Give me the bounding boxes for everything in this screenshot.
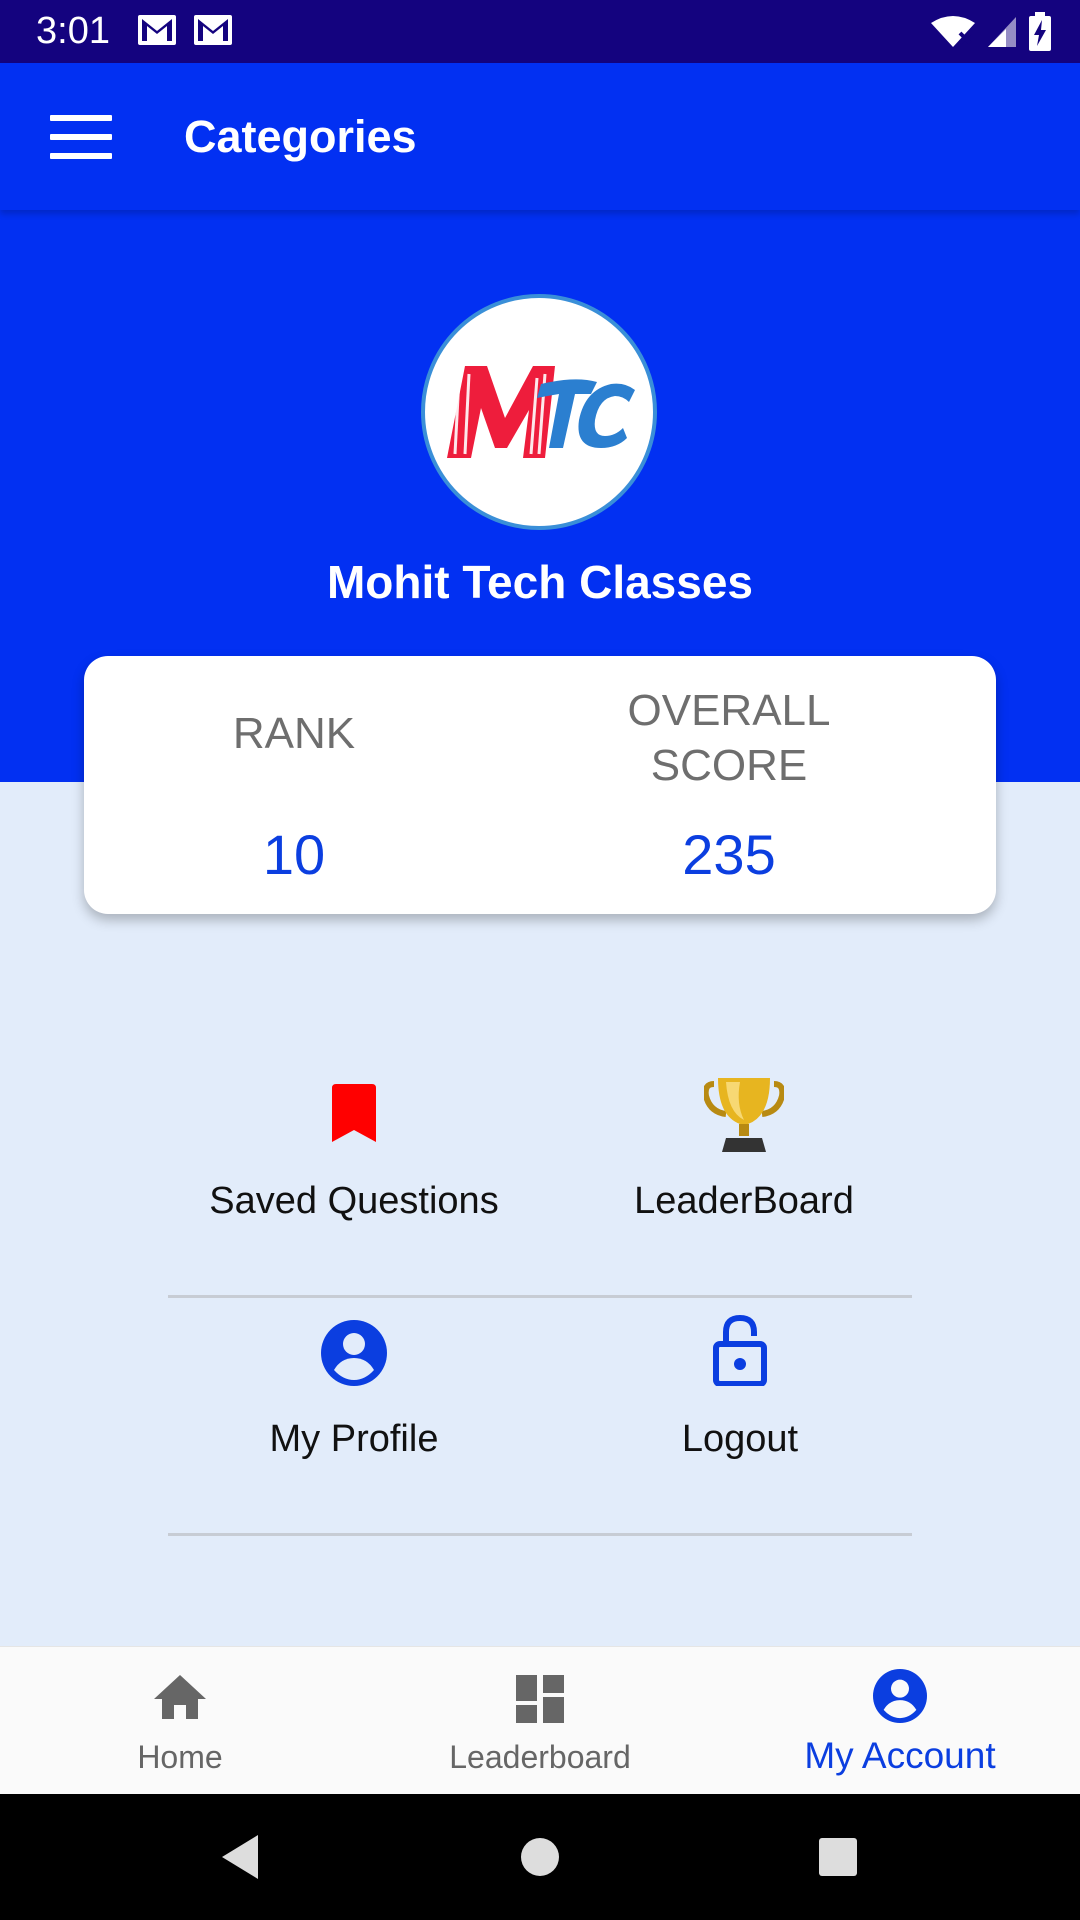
score-label-line2: SCORE [650, 741, 808, 790]
leaderboard-label: LeaderBoard [634, 1180, 854, 1222]
trophy-icon [704, 1078, 784, 1152]
dashboard-icon [516, 1675, 564, 1723]
rank-label: RANK [232, 709, 356, 758]
menu-row: Saved Questions LeaderBoard [168, 1060, 912, 1298]
system-navigation-bar [0, 1794, 1080, 1920]
org-name: Mohit Tech Classes [326, 556, 754, 608]
score-value: 235 [682, 823, 776, 886]
score-stat: OVERALL SCORE 235 [519, 656, 939, 914]
app-bar: Categories [0, 63, 1080, 210]
nav-leaderboard[interactable]: Leaderboard [360, 1647, 720, 1795]
wifi-icon [931, 16, 975, 47]
logo [421, 294, 657, 530]
hamburger-menu-icon[interactable] [50, 115, 112, 159]
nav-home-label: Home [137, 1739, 223, 1775]
signal-icon [988, 17, 1016, 47]
home-nav-button[interactable] [470, 1794, 610, 1920]
rank-value: 10 [262, 823, 326, 886]
lock-open-icon [713, 1314, 767, 1386]
gmail-icon [194, 15, 232, 45]
rank-stat: RANK 10 [84, 656, 504, 914]
nav-my-account-label: My Account [804, 1735, 996, 1776]
account-circle-icon [873, 1669, 927, 1723]
back-button[interactable] [170, 1794, 310, 1920]
status-time: 3:01 [36, 10, 110, 52]
status-icons [930, 12, 1052, 52]
nav-my-account[interactable]: My Account [720, 1647, 1080, 1795]
page-title: Categories [184, 111, 417, 162]
saved-questions-button[interactable]: Saved Questions [168, 1060, 540, 1298]
recents-square-icon [819, 1838, 857, 1876]
home-icon [154, 1675, 206, 1719]
menu-row: My Profile Logout [168, 1298, 912, 1536]
my-profile-label: My Profile [269, 1418, 439, 1460]
bookmark-icon [332, 1084, 376, 1142]
bottom-navigation: Home Leaderboard My Account [0, 1646, 1080, 1794]
account-circle-icon [321, 1320, 387, 1386]
back-triangle-icon [222, 1835, 258, 1879]
saved-questions-label: Saved Questions [209, 1180, 499, 1222]
battery-charging-icon [1029, 12, 1051, 51]
score-label-line1: OVERALL [627, 686, 831, 735]
nav-home[interactable]: Home [0, 1647, 360, 1795]
status-bar: 3:01 [0, 0, 1080, 63]
logout-button[interactable]: Logout [554, 1298, 926, 1536]
gmail-icon [138, 15, 176, 45]
account-menu: Saved Questions LeaderBoard My Profile L… [168, 1060, 912, 1536]
logout-label: Logout [681, 1418, 799, 1460]
recents-button[interactable] [768, 1794, 908, 1920]
home-circle-icon [521, 1838, 559, 1876]
nav-leaderboard-label: Leaderboard [449, 1739, 631, 1775]
leaderboard-button[interactable]: LeaderBoard [558, 1060, 930, 1298]
stats-card: RANK 10 OVERALL SCORE 235 [84, 656, 996, 914]
my-profile-button[interactable]: My Profile [168, 1298, 540, 1536]
